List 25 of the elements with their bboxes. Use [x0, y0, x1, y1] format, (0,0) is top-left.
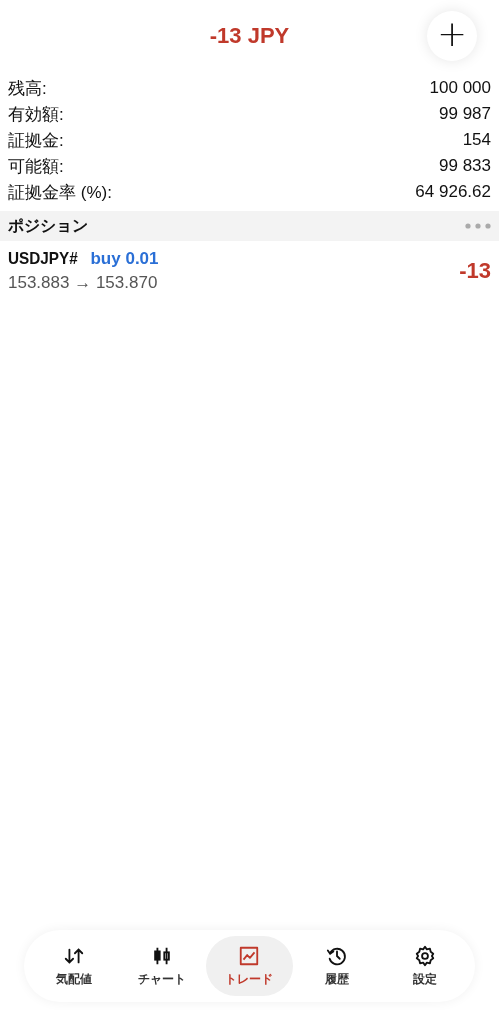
nav-tab[interactable]: チャート	[117, 936, 206, 996]
position-symbol: USDJPY#	[8, 249, 78, 269]
account-profit: -13 JPY	[209, 23, 290, 49]
summary-label: 有効額:	[8, 103, 64, 126]
summary-value: 154	[462, 130, 491, 150]
nav-tab[interactable]: 気配値	[30, 936, 118, 996]
settings-icon	[414, 944, 437, 967]
nav-tab[interactable]: トレード	[205, 936, 294, 996]
line-chart-icon	[238, 944, 261, 967]
more-icon[interactable]	[465, 223, 491, 229]
summary-label: 証拠金:	[8, 129, 64, 152]
summary-value: 100 000	[429, 78, 491, 98]
summary-label: 証拠金率 (%):	[8, 181, 112, 204]
position-profit: -13	[459, 258, 491, 284]
summary-value: 99 987	[439, 104, 491, 124]
summary-value: 99 833	[439, 156, 491, 176]
summary-label: 残高:	[8, 77, 47, 100]
position-prices: 153.883 → 153.870	[8, 273, 159, 293]
nav-tab[interactable]: 設定	[381, 936, 469, 996]
position-side: buy 0.01	[90, 249, 159, 269]
summary-value: 64 926.62	[415, 182, 491, 202]
section-title: ポジション	[8, 215, 88, 236]
summary-label: 可能額:	[8, 155, 64, 178]
nav-tab[interactable]: 履歴	[293, 936, 382, 996]
add-button[interactable]: +	[427, 11, 477, 61]
